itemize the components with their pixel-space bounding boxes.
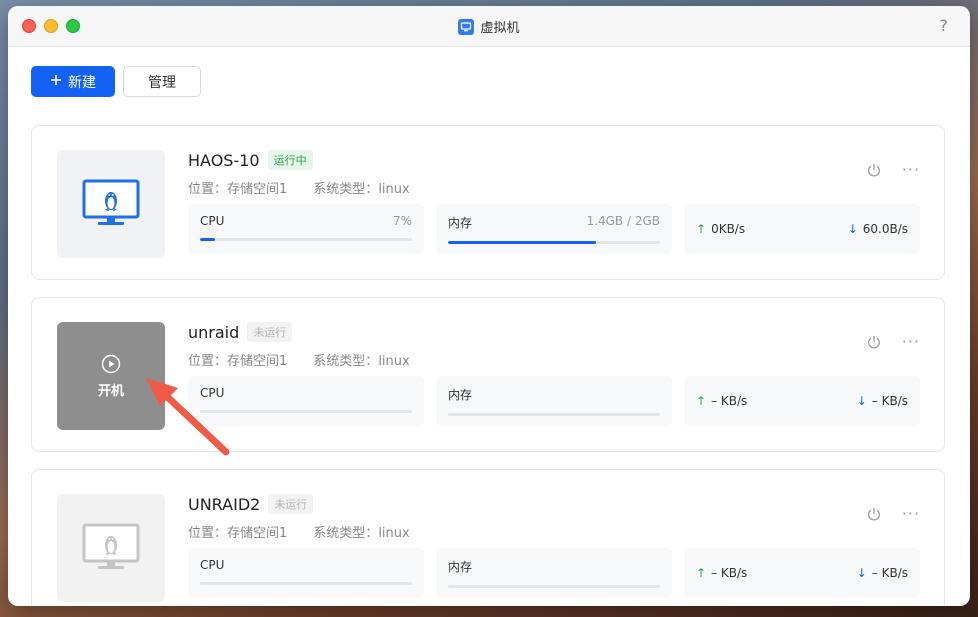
vm-name: unraid [188, 322, 240, 342]
arrow-up-icon: ↑ [696, 394, 707, 408]
memory-usage-panel: 内存 1.4GB / 2GB [436, 204, 672, 254]
memory-usage-panel: 内存 [436, 376, 672, 426]
vm-actions: ··· [866, 506, 920, 522]
status-badge: 未运行 [247, 322, 293, 342]
linux-monitor-icon [82, 523, 140, 569]
new-vm-button[interactable]: 新建 [31, 66, 115, 97]
vm-name: UNRAID2 [188, 494, 261, 514]
toolbar: 新建 管理 [31, 66, 201, 97]
memory-progress-bar [448, 241, 660, 244]
power-button[interactable] [866, 334, 882, 350]
vm-location: 位置：存储空间1 [188, 354, 288, 369]
vm-info: 位置：存储空间1 系统类型：linux [188, 522, 410, 541]
arrow-up-icon: ↑ [696, 222, 707, 236]
arrow-up-icon: ↑ [696, 566, 707, 580]
cpu-usage-panel: CPU [188, 548, 424, 598]
more-options-icon[interactable]: ··· [902, 162, 920, 178]
power-button[interactable] [866, 162, 882, 178]
status-badge: 运行中 [267, 150, 313, 170]
vm-os-type: 系统类型：linux [313, 526, 410, 541]
vm-name-row: UNRAID2 未运行 [188, 494, 314, 514]
power-icon [867, 164, 880, 177]
memory-label: 内存 [448, 216, 473, 230]
vm-card-unraid2: UNRAID2 未运行 位置：存储空间1 系统类型：linux ··· CPU … [31, 469, 945, 606]
vm-card-unraid: 开机 unraid 未运行 位置：存储空间1 系统类型：linux ··· CP… [31, 297, 945, 452]
network-panel: ↑ – KB/s ↓ – KB/s [684, 548, 920, 598]
arrow-down-icon: ↓ [856, 394, 867, 408]
power-icon [867, 336, 880, 349]
vm-info: 位置：存储空间1 系统类型：linux [188, 178, 410, 197]
vm-actions: ··· [866, 162, 920, 178]
cpu-label: CPU [200, 558, 225, 572]
cpu-usage-panel: CPU 7% [188, 204, 424, 254]
upload-rate: ↑ – KB/s [696, 394, 748, 408]
arrow-down-icon: ↓ [847, 222, 858, 236]
cpu-label: CPU [200, 214, 225, 228]
vm-os-type: 系统类型：linux [313, 354, 410, 369]
memory-usage-panel: 内存 [436, 548, 672, 598]
vm-name-row: HAOS-10 运行中 [188, 150, 313, 170]
power-button[interactable] [866, 506, 882, 522]
cpu-value: 7% [392, 214, 412, 228]
memory-progress-bar [448, 585, 660, 588]
download-rate: ↓ – KB/s [856, 566, 908, 580]
new-vm-label: 新建 [68, 74, 96, 91]
cpu-label: CPU [200, 386, 225, 400]
cpu-progress-bar [200, 410, 412, 413]
vm-name: HAOS-10 [188, 150, 260, 170]
upload-rate: ↑ 0KB/s [696, 222, 746, 236]
title-bar: 虚拟机 ? [8, 6, 970, 47]
more-options-icon[interactable]: ··· [902, 506, 920, 522]
upload-rate: ↑ – KB/s [696, 566, 748, 580]
window-title: 虚拟机 [8, 17, 970, 36]
memory-value: 1.4GB / 2GB [586, 214, 660, 228]
cpu-usage-panel: CPU [188, 376, 424, 426]
vm-info: 位置：存储空间1 系统类型：linux [188, 350, 410, 369]
vm-thumbnail[interactable] [57, 494, 165, 602]
cpu-progress-bar [200, 582, 412, 585]
memory-label: 内存 [448, 560, 473, 574]
status-badge: 未运行 [268, 494, 314, 514]
vm-card-haos-10: HAOS-10 运行中 位置：存储空间1 系统类型：linux ··· CPU 7… [31, 125, 945, 280]
memory-progress-bar [448, 413, 660, 416]
vm-location: 位置：存储空间1 [188, 526, 288, 541]
window-title-text: 虚拟机 [480, 21, 520, 36]
manage-button[interactable]: 管理 [123, 66, 201, 97]
vm-app-icon [458, 18, 475, 35]
vm-actions: ··· [866, 334, 920, 350]
play-icon [101, 354, 121, 373]
vm-location: 位置：存储空间1 [188, 182, 288, 197]
memory-label: 内存 [448, 388, 473, 402]
vm-os-type: 系统类型：linux [313, 182, 410, 197]
plus-icon [50, 74, 62, 90]
download-rate: ↓ 60.0B/s [847, 222, 908, 236]
vm-thumbnail[interactable] [57, 150, 165, 258]
network-panel: ↑ – KB/s ↓ – KB/s [684, 376, 920, 426]
app-window: 虚拟机 ? 新建 管理 HAOS-10 运行中 位置：存储空间1 系统类型：li… [8, 6, 970, 606]
arrow-down-icon: ↓ [856, 566, 867, 580]
power-on-overlay[interactable]: 开机 [57, 322, 165, 430]
network-panel: ↑ 0KB/s ↓ 60.0B/s [684, 204, 920, 254]
power-icon [867, 508, 880, 521]
more-options-icon[interactable]: ··· [902, 334, 920, 350]
cpu-progress-bar [200, 238, 412, 241]
power-on-label: 开机 [97, 383, 124, 399]
download-rate: ↓ – KB/s [856, 394, 908, 408]
help-button[interactable]: ? [940, 16, 949, 35]
vm-name-row: unraid 未运行 [188, 322, 293, 342]
linux-monitor-icon [82, 179, 140, 225]
